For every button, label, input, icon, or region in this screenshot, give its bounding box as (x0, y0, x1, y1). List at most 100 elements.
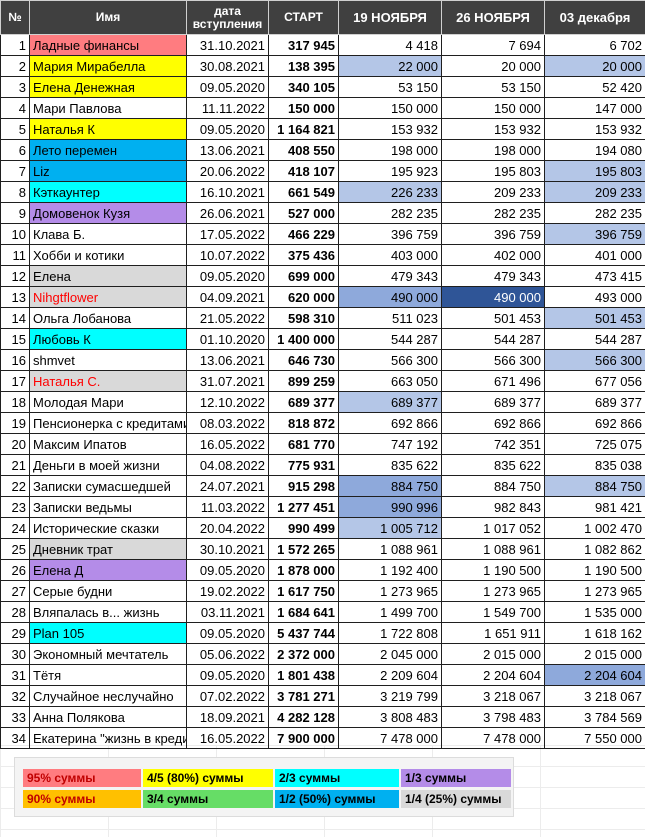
nov-26-cell[interactable]: 1 273 965 (441, 580, 545, 602)
nov-19-cell[interactable]: 835 622 (338, 454, 442, 476)
join-date-cell[interactable]: 07.02.2022 (186, 685, 269, 707)
join-date-cell[interactable]: 04.08.2022 (186, 454, 269, 476)
dec-03-cell[interactable]: 1 190 500 (544, 559, 645, 581)
row-number-cell[interactable]: 4 (0, 97, 30, 119)
nov-26-cell[interactable]: 209 233 (441, 181, 545, 203)
nov-19-cell[interactable]: 226 233 (338, 181, 442, 203)
dec-03-cell[interactable]: 20 000 (544, 55, 645, 77)
header-number[interactable]: № (0, 0, 30, 35)
join-date-cell[interactable]: 12.10.2022 (186, 391, 269, 413)
nov-19-cell[interactable]: 1 499 700 (338, 601, 442, 623)
nov-19-cell[interactable]: 282 235 (338, 202, 442, 224)
nov-26-cell[interactable]: 198 000 (441, 139, 545, 161)
dec-03-cell[interactable]: 692 866 (544, 412, 645, 434)
nov-26-cell[interactable]: 1 088 961 (441, 538, 545, 560)
name-cell[interactable]: Елена (29, 265, 187, 287)
nov-26-cell[interactable]: 282 235 (441, 202, 545, 224)
join-date-cell[interactable]: 13.06.2021 (186, 349, 269, 371)
start-amount-cell[interactable]: 689 377 (268, 391, 339, 413)
dec-03-cell[interactable]: 3 784 569 (544, 706, 645, 728)
row-number-cell[interactable]: 28 (0, 601, 30, 623)
dec-03-cell[interactable]: 725 075 (544, 433, 645, 455)
start-amount-cell[interactable]: 915 298 (268, 475, 339, 497)
header-dec-03[interactable]: 03 декабря (544, 0, 645, 35)
nov-26-cell[interactable]: 1 190 500 (441, 559, 545, 581)
dec-03-cell[interactable]: 1 002 470 (544, 517, 645, 539)
start-amount-cell[interactable]: 340 105 (268, 76, 339, 98)
nov-19-cell[interactable]: 150 000 (338, 97, 442, 119)
start-amount-cell[interactable]: 7 900 000 (268, 727, 339, 749)
name-cell[interactable]: Мари Павлова (29, 97, 187, 119)
start-amount-cell[interactable]: 818 872 (268, 412, 339, 434)
nov-19-cell[interactable]: 53 150 (338, 76, 442, 98)
join-date-cell[interactable]: 09.05.2020 (186, 559, 269, 581)
nov-19-cell[interactable]: 689 377 (338, 391, 442, 413)
nov-26-cell[interactable]: 2 204 604 (441, 664, 545, 686)
row-number-cell[interactable]: 21 (0, 454, 30, 476)
row-number-cell[interactable]: 19 (0, 412, 30, 434)
start-amount-cell[interactable]: 375 436 (268, 244, 339, 266)
join-date-cell[interactable]: 13.06.2021 (186, 139, 269, 161)
join-date-cell[interactable]: 09.05.2020 (186, 265, 269, 287)
row-number-cell[interactable]: 8 (0, 181, 30, 203)
start-amount-cell[interactable]: 598 310 (268, 307, 339, 329)
join-date-cell[interactable]: 16.05.2022 (186, 727, 269, 749)
dec-03-cell[interactable]: 209 233 (544, 181, 645, 203)
name-cell[interactable]: Максим Ипатов (29, 433, 187, 455)
join-date-cell[interactable]: 24.07.2021 (186, 475, 269, 497)
start-amount-cell[interactable]: 775 931 (268, 454, 339, 476)
nov-19-cell[interactable]: 1 273 965 (338, 580, 442, 602)
name-cell[interactable]: Мария Мирабелла (29, 55, 187, 77)
row-number-cell[interactable]: 32 (0, 685, 30, 707)
join-date-cell[interactable]: 03.11.2021 (186, 601, 269, 623)
join-date-cell[interactable]: 05.06.2022 (186, 643, 269, 665)
name-cell[interactable]: Ольга Лобанова (29, 307, 187, 329)
dec-03-cell[interactable]: 147 000 (544, 97, 645, 119)
dec-03-cell[interactable]: 52 420 (544, 76, 645, 98)
nov-19-cell[interactable]: 396 759 (338, 223, 442, 245)
join-date-cell[interactable]: 17.05.2022 (186, 223, 269, 245)
join-date-cell[interactable]: 09.05.2020 (186, 76, 269, 98)
nov-19-cell[interactable]: 195 923 (338, 160, 442, 182)
nov-26-cell[interactable]: 1 651 911 (441, 622, 545, 644)
nov-26-cell[interactable]: 7 694 (441, 34, 545, 56)
nov-19-cell[interactable]: 198 000 (338, 139, 442, 161)
start-amount-cell[interactable]: 527 000 (268, 202, 339, 224)
nov-26-cell[interactable]: 3 218 067 (441, 685, 545, 707)
dec-03-cell[interactable]: 689 377 (544, 391, 645, 413)
join-date-cell[interactable]: 18.09.2021 (186, 706, 269, 728)
dec-03-cell[interactable]: 282 235 (544, 202, 645, 224)
name-cell[interactable]: Наталья К (29, 118, 187, 140)
name-cell[interactable]: Серые будни (29, 580, 187, 602)
row-number-cell[interactable]: 15 (0, 328, 30, 350)
nov-26-cell[interactable]: 150 000 (441, 97, 545, 119)
join-date-cell[interactable]: 30.08.2021 (186, 55, 269, 77)
nov-26-cell[interactable]: 2 015 000 (441, 643, 545, 665)
nov-19-cell[interactable]: 544 287 (338, 328, 442, 350)
nov-19-cell[interactable]: 3 219 799 (338, 685, 442, 707)
name-cell[interactable]: Тётя (29, 664, 187, 686)
nov-26-cell[interactable]: 20 000 (441, 55, 545, 77)
join-date-cell[interactable]: 31.10.2021 (186, 34, 269, 56)
nov-26-cell[interactable]: 689 377 (441, 391, 545, 413)
name-cell[interactable]: Экономный мечтатель (29, 643, 187, 665)
nov-19-cell[interactable]: 403 000 (338, 244, 442, 266)
start-amount-cell[interactable]: 699 000 (268, 265, 339, 287)
row-number-cell[interactable]: 20 (0, 433, 30, 455)
nov-26-cell[interactable]: 884 750 (441, 475, 545, 497)
nov-26-cell[interactable]: 53 150 (441, 76, 545, 98)
name-cell[interactable]: Plan 105 (29, 622, 187, 644)
nov-19-cell[interactable]: 663 050 (338, 370, 442, 392)
row-number-cell[interactable]: 17 (0, 370, 30, 392)
nov-26-cell[interactable]: 671 496 (441, 370, 545, 392)
join-date-cell[interactable]: 21.05.2022 (186, 307, 269, 329)
row-number-cell[interactable]: 26 (0, 559, 30, 581)
dec-03-cell[interactable]: 677 056 (544, 370, 645, 392)
row-number-cell[interactable]: 31 (0, 664, 30, 686)
row-number-cell[interactable]: 7 (0, 160, 30, 182)
name-cell[interactable]: Liz (29, 160, 187, 182)
dec-03-cell[interactable]: 3 218 067 (544, 685, 645, 707)
start-amount-cell[interactable]: 466 229 (268, 223, 339, 245)
nov-26-cell[interactable]: 544 287 (441, 328, 545, 350)
join-date-cell[interactable]: 16.05.2022 (186, 433, 269, 455)
